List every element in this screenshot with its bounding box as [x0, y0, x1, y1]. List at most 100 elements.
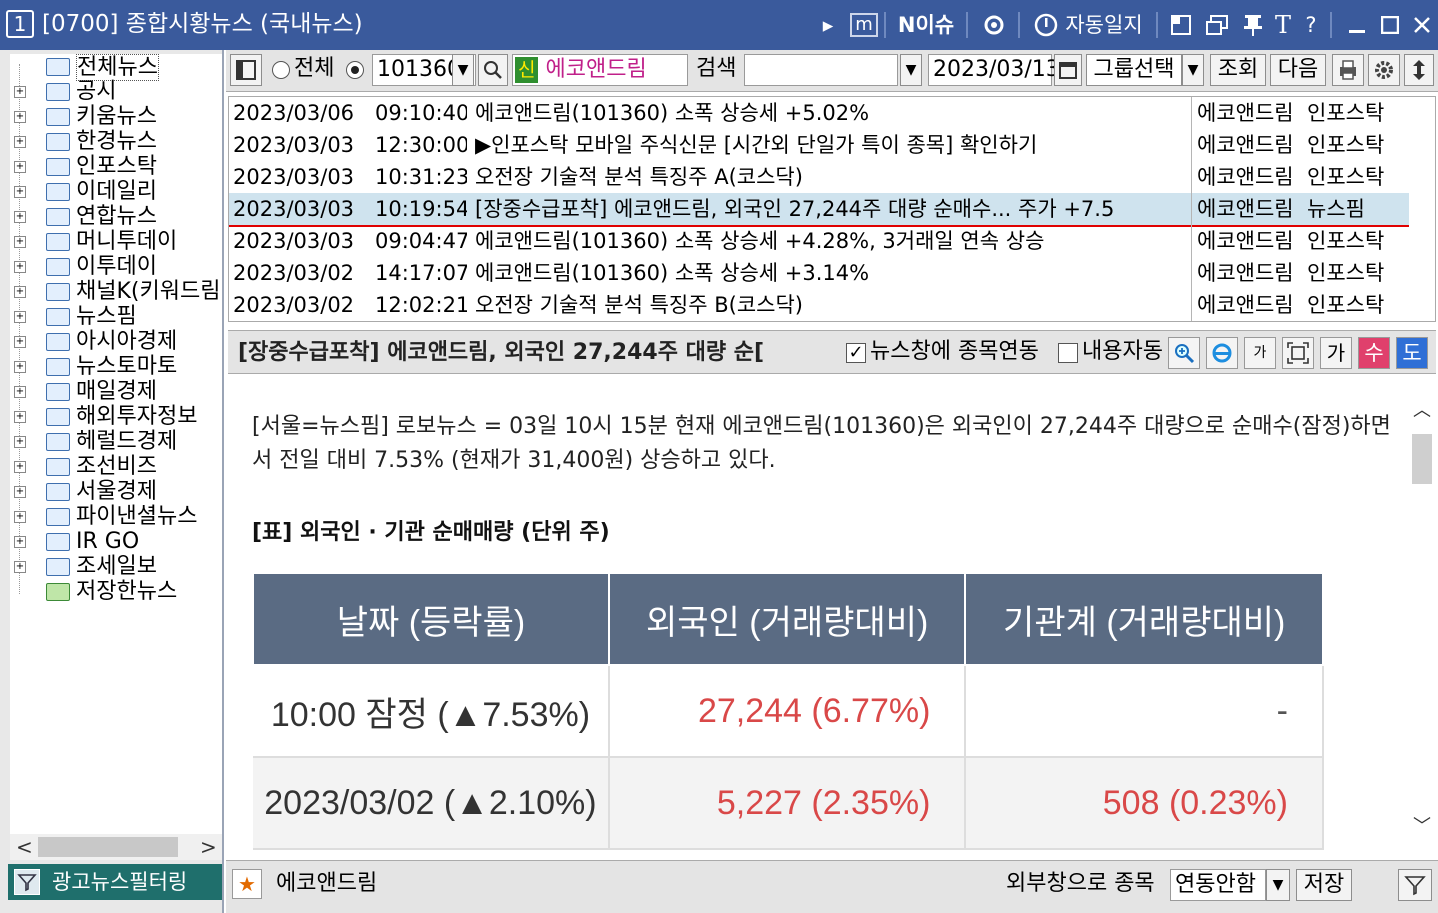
- link-mode-select[interactable]: 연동안함: [1170, 869, 1266, 901]
- tree-item[interactable]: + 매일경제: [10, 379, 222, 404]
- expand-toggle-icon[interactable]: +: [14, 211, 26, 223]
- expand-toggle-icon[interactable]: +: [14, 436, 26, 448]
- news-row[interactable]: 2023/03/03 10:19:54 [장중수급포착] 에코앤드림, 외국인 27…: [229, 193, 1409, 227]
- article-scrollbar[interactable]: ︿ ﹀: [1408, 376, 1436, 858]
- tree-item[interactable]: + 인포스탁: [10, 154, 222, 179]
- expand-toggle-icon[interactable]: +: [14, 136, 26, 148]
- close-icon[interactable]: [1410, 8, 1434, 42]
- tree-item[interactable]: + 뉴스토마토: [10, 354, 222, 379]
- panel-toggle-icon[interactable]: [230, 54, 262, 86]
- print-icon[interactable]: [1332, 54, 1364, 86]
- scroll-left-icon[interactable]: <: [16, 834, 33, 860]
- fit-window-icon[interactable]: [1282, 337, 1314, 369]
- font-smaller-button[interactable]: 가: [1244, 337, 1276, 369]
- font-button[interactable]: T: [1270, 8, 1296, 42]
- ad-news-filter-button[interactable]: 광고뉴스필터링: [8, 864, 222, 900]
- tree-item[interactable]: + 채널K(키워드림: [10, 279, 222, 304]
- next-button[interactable]: 다음: [1270, 54, 1326, 86]
- filter-icon[interactable]: [1398, 869, 1432, 901]
- expand-toggle-icon[interactable]: +: [14, 236, 26, 248]
- tree-item[interactable]: + 머니투데이: [10, 229, 222, 254]
- expand-toggle-icon[interactable]: +: [14, 461, 26, 473]
- tree-item[interactable]: + 연합뉴스: [10, 204, 222, 229]
- menu-m-button[interactable]: m: [850, 13, 878, 37]
- expand-toggle-icon[interactable]: +: [14, 286, 26, 298]
- calendar-icon[interactable]: [1054, 54, 1082, 86]
- browser-icon[interactable]: [1206, 337, 1238, 369]
- expand-toggle-icon[interactable]: +: [14, 511, 26, 523]
- tree-item[interactable]: + 한경뉴스: [10, 129, 222, 154]
- search-icon[interactable]: [478, 54, 508, 86]
- settings-gear-icon[interactable]: [1368, 54, 1400, 86]
- news-row[interactable]: 2023/03/03 10:31:23 오전장 기술적 분석 특징주 A(코스닥) 에…: [229, 161, 1409, 193]
- tree-item[interactable]: + 공시: [10, 79, 222, 104]
- window-number[interactable]: 1: [6, 10, 34, 38]
- expand-toggle-icon[interactable]: +: [14, 336, 26, 348]
- tree-item[interactable]: + 조세일보: [10, 554, 222, 579]
- news-row[interactable]: 2023/03/03 09:04:47 에코앤드림(101360) 소폭 상승세 +…: [229, 225, 1409, 257]
- news-row[interactable]: 2023/03/03 12:30:00 ▶인포스탁 모바일 주식신문 [시간외 단일…: [229, 129, 1409, 161]
- tree-item[interactable]: + 이투데이: [10, 254, 222, 279]
- tree-item[interactable]: + IR GO: [10, 529, 222, 554]
- news-category-tree[interactable]: 전체뉴스 + 공시 + 키움뉴스 + 한경뉴스 + 인포스탁 + 이데일리 + 연합뉴스 + 머니투데이 + 이…: [10, 54, 222, 834]
- expand-toggle-icon[interactable]: +: [14, 261, 26, 273]
- scroll-thumb[interactable]: [1412, 434, 1432, 484]
- expand-vertical-icon[interactable]: [1404, 54, 1434, 86]
- expand-toggle-icon[interactable]: +: [14, 311, 26, 323]
- link-mode-dropdown-icon[interactable]: ▼: [1266, 869, 1290, 901]
- expand-toggle-icon[interactable]: +: [14, 386, 26, 398]
- save-button[interactable]: 저장: [1296, 869, 1352, 901]
- down-button[interactable]: 도: [1396, 337, 1428, 369]
- tree-item[interactable]: + 해외투자정보: [10, 404, 222, 429]
- favorite-star-icon[interactable]: ★: [232, 869, 262, 899]
- news-list[interactable]: 2023/03/02 12:02:21 오전장 기술적 분석 특징주 B(코스닥) 에…: [228, 96, 1436, 322]
- radio-all[interactable]: [272, 61, 290, 79]
- expand-toggle-icon[interactable]: +: [14, 536, 26, 548]
- zoom-icon[interactable]: [1168, 337, 1200, 369]
- code-dropdown-icon[interactable]: ▼: [452, 54, 474, 86]
- tree-item[interactable]: + 뉴스핌: [10, 304, 222, 329]
- clock-icon[interactable]: [1032, 8, 1060, 42]
- search-input[interactable]: [744, 54, 898, 86]
- scroll-right-icon[interactable]: >: [200, 834, 217, 860]
- help-button[interactable]: ?: [1300, 8, 1322, 42]
- tree-item[interactable]: + 이데일리: [10, 179, 222, 204]
- news-link-checkbox[interactable]: ✓: [846, 343, 866, 363]
- scroll-up-icon[interactable]: ︿: [1408, 396, 1436, 422]
- cascade-icon[interactable]: [1204, 8, 1230, 42]
- expand-toggle-icon[interactable]: +: [14, 111, 26, 123]
- window-layout-icon[interactable]: [1168, 8, 1194, 42]
- auto-journal-button[interactable]: 자동일지: [1062, 8, 1146, 42]
- expand-toggle-icon[interactable]: +: [14, 561, 26, 573]
- auto-content-checkbox[interactable]: [1058, 343, 1078, 363]
- pin-icon[interactable]: [1240, 8, 1266, 42]
- tree-item[interactable]: + 키움뉴스: [10, 104, 222, 129]
- news-row[interactable]: 2023/03/06 09:10:40 에코앤드림(101360) 소폭 상승세 +…: [229, 97, 1409, 129]
- group-select[interactable]: 그룹선택: [1086, 54, 1182, 86]
- expand-toggle-icon[interactable]: +: [14, 411, 26, 423]
- tree-item[interactable]: + 서울경제: [10, 479, 222, 504]
- tree-item[interactable]: + 파이낸셜뉴스: [10, 504, 222, 529]
- scroll-thumb[interactable]: [38, 837, 178, 857]
- tree-item[interactable]: 전체뉴스: [10, 54, 222, 81]
- gear-alert-icon[interactable]: [980, 8, 1008, 42]
- n-issue-button[interactable]: N이슈: [894, 8, 958, 42]
- radio-stock[interactable]: [346, 61, 364, 79]
- expand-toggle-icon[interactable]: +: [14, 361, 26, 373]
- query-button[interactable]: 조회: [1210, 54, 1266, 86]
- search-dropdown-icon[interactable]: ▼: [900, 54, 922, 86]
- date-input[interactable]: 2023/03/13: [928, 54, 1060, 86]
- expand-toggle-icon[interactable]: +: [14, 186, 26, 198]
- font-larger-button[interactable]: 가: [1320, 337, 1352, 369]
- tree-item[interactable]: + 아시아경제: [10, 329, 222, 354]
- expand-toggle-icon[interactable]: +: [14, 486, 26, 498]
- stock-name-field[interactable]: 신 에코앤드림: [512, 54, 688, 86]
- tree-item[interactable]: + 조선비즈: [10, 454, 222, 479]
- tree-item[interactable]: + 헤럴드경제: [10, 429, 222, 454]
- edit-button[interactable]: 수: [1358, 337, 1390, 369]
- tree-item[interactable]: 저장한뉴스: [10, 579, 222, 604]
- expand-toggle-icon[interactable]: +: [14, 86, 26, 98]
- news-row[interactable]: 2023/03/02 14:17:07 에코앤드림(101360) 소폭 상승세 +…: [229, 257, 1409, 289]
- tree-horizontal-scrollbar[interactable]: < >: [10, 834, 222, 860]
- maximize-icon[interactable]: [1378, 8, 1402, 42]
